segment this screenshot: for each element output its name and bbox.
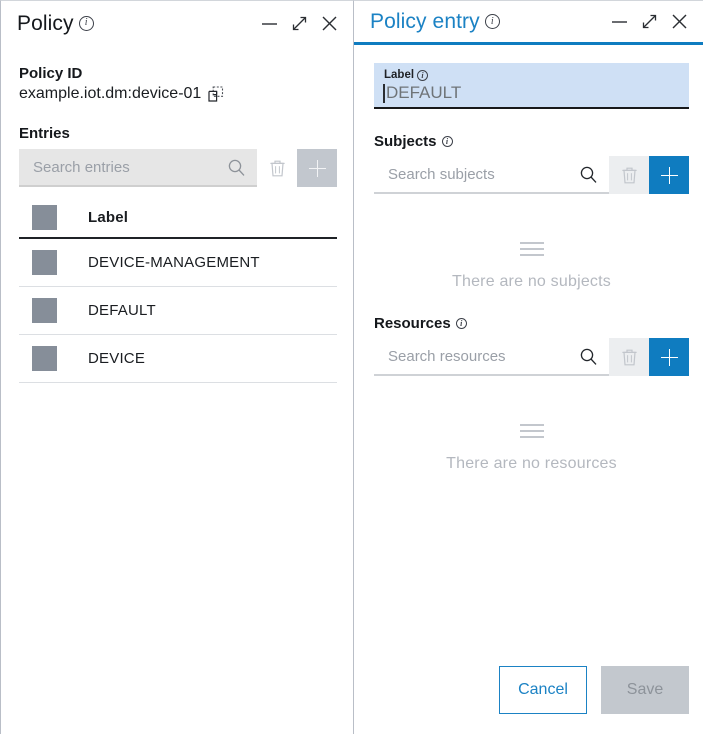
search-icon[interactable] (579, 165, 598, 184)
table-row[interactable]: DEVICE (19, 335, 337, 383)
entries-add-button[interactable] (297, 149, 337, 187)
policy-entry-panel-header: Policy entry i (354, 1, 703, 45)
search-icon[interactable] (579, 347, 598, 366)
subjects-empty-text: There are no subjects (452, 273, 611, 290)
entry-label: DEVICE-MANAGEMENT (88, 254, 260, 271)
window-controls (260, 14, 339, 33)
resources-heading-group: Resources i (374, 315, 689, 332)
resources-empty-state: There are no resources (374, 376, 689, 473)
copy-icon[interactable] (208, 85, 224, 103)
entry-label: DEFAULT (88, 302, 156, 319)
plus-icon (308, 159, 326, 177)
entries-heading-group: Entries (19, 125, 337, 142)
entry-label: DEVICE (88, 350, 146, 367)
dialog-footer: Cancel Save (499, 666, 689, 714)
info-icon[interactable]: i (484, 14, 500, 29)
policy-entry-panel: Policy entry i Label i DEFAULT Subjects … (353, 0, 703, 734)
table-row[interactable]: DEFAULT (19, 287, 337, 335)
placeholder-square (32, 250, 57, 275)
entries-table-header: Label (19, 197, 337, 239)
label-field-value-wrap: DEFAULT (383, 82, 679, 103)
cancel-button[interactable]: Cancel (499, 666, 587, 714)
list-icon (519, 242, 544, 257)
resources-delete-button[interactable] (609, 338, 649, 376)
policy-entry-panel-body: Label i DEFAULT Subjects i Search subjec… (354, 63, 703, 473)
close-icon[interactable] (670, 12, 689, 31)
entries-heading: Entries (19, 125, 70, 142)
page-title: Policy entry (370, 10, 480, 33)
expand-icon[interactable] (640, 12, 659, 31)
policy-id-label: Policy ID (19, 65, 83, 82)
label-field-caption: Label i (384, 69, 679, 82)
entries-search-placeholder: Search entries (33, 158, 130, 176)
subjects-toolbar: Search subjects (374, 156, 689, 194)
placeholder-square (32, 346, 57, 371)
placeholder-square (32, 204, 57, 230)
subjects-delete-button[interactable] (609, 156, 649, 194)
policy-panel-title-group: Policy i (17, 13, 260, 34)
column-header-label: Label (88, 208, 129, 226)
window-controls (610, 12, 689, 31)
search-icon[interactable] (227, 158, 246, 177)
plus-icon (660, 348, 678, 366)
close-icon[interactable] (320, 14, 339, 33)
page-title: Policy (17, 11, 74, 35)
entries-table: Label DEVICE-MANAGEMENT DEFAULT DEVICE (19, 197, 337, 383)
info-icon[interactable]: i (441, 136, 453, 147)
info-icon[interactable]: i (78, 15, 94, 31)
resources-heading: Resources (374, 315, 451, 332)
resources-search-input[interactable]: Search resources (374, 338, 609, 376)
label-field[interactable]: Label i DEFAULT (374, 63, 689, 109)
label-field-value: DEFAULT (386, 82, 462, 102)
subjects-heading-group: Subjects i (374, 133, 689, 150)
subjects-heading: Subjects (374, 133, 437, 150)
resources-add-button[interactable] (649, 338, 689, 376)
minimize-icon[interactable] (260, 14, 279, 33)
info-icon[interactable]: i (455, 318, 467, 329)
policy-entry-title-group: Policy entry i (370, 11, 610, 32)
entries-toolbar: Search entries (19, 149, 337, 187)
text-cursor (383, 83, 385, 103)
subjects-search-input[interactable]: Search subjects (374, 156, 609, 194)
save-button[interactable]: Save (601, 666, 689, 714)
policy-panel-body: Policy ID example.iot.dm:device-01 Entri… (1, 65, 353, 383)
policy-id-row: example.iot.dm:device-01 (19, 85, 337, 103)
list-icon (519, 424, 544, 439)
entries-search-input[interactable]: Search entries (19, 149, 257, 187)
resources-empty-text: There are no resources (446, 455, 617, 472)
expand-icon[interactable] (290, 14, 309, 33)
plus-icon (660, 166, 678, 184)
minimize-icon[interactable] (610, 12, 629, 31)
subjects-search-placeholder: Search subjects (388, 165, 495, 183)
policy-panel: Policy i Policy ID example.iot.dm:device… (0, 0, 353, 734)
info-icon[interactable]: i (417, 70, 429, 82)
table-row[interactable]: DEVICE-MANAGEMENT (19, 239, 337, 287)
label-field-label: Label (384, 69, 415, 81)
policy-id-value: example.iot.dm:device-01 (19, 85, 202, 102)
subjects-empty-state: There are no subjects (374, 194, 689, 291)
subjects-add-button[interactable] (649, 156, 689, 194)
policy-panel-header: Policy i (1, 1, 353, 45)
resources-search-placeholder: Search resources (388, 347, 506, 365)
entries-delete-button[interactable] (257, 149, 297, 187)
policy-editor-window: Policy i Policy ID example.iot.dm:device… (0, 0, 703, 734)
resources-toolbar: Search resources (374, 338, 689, 376)
placeholder-square (32, 298, 57, 323)
